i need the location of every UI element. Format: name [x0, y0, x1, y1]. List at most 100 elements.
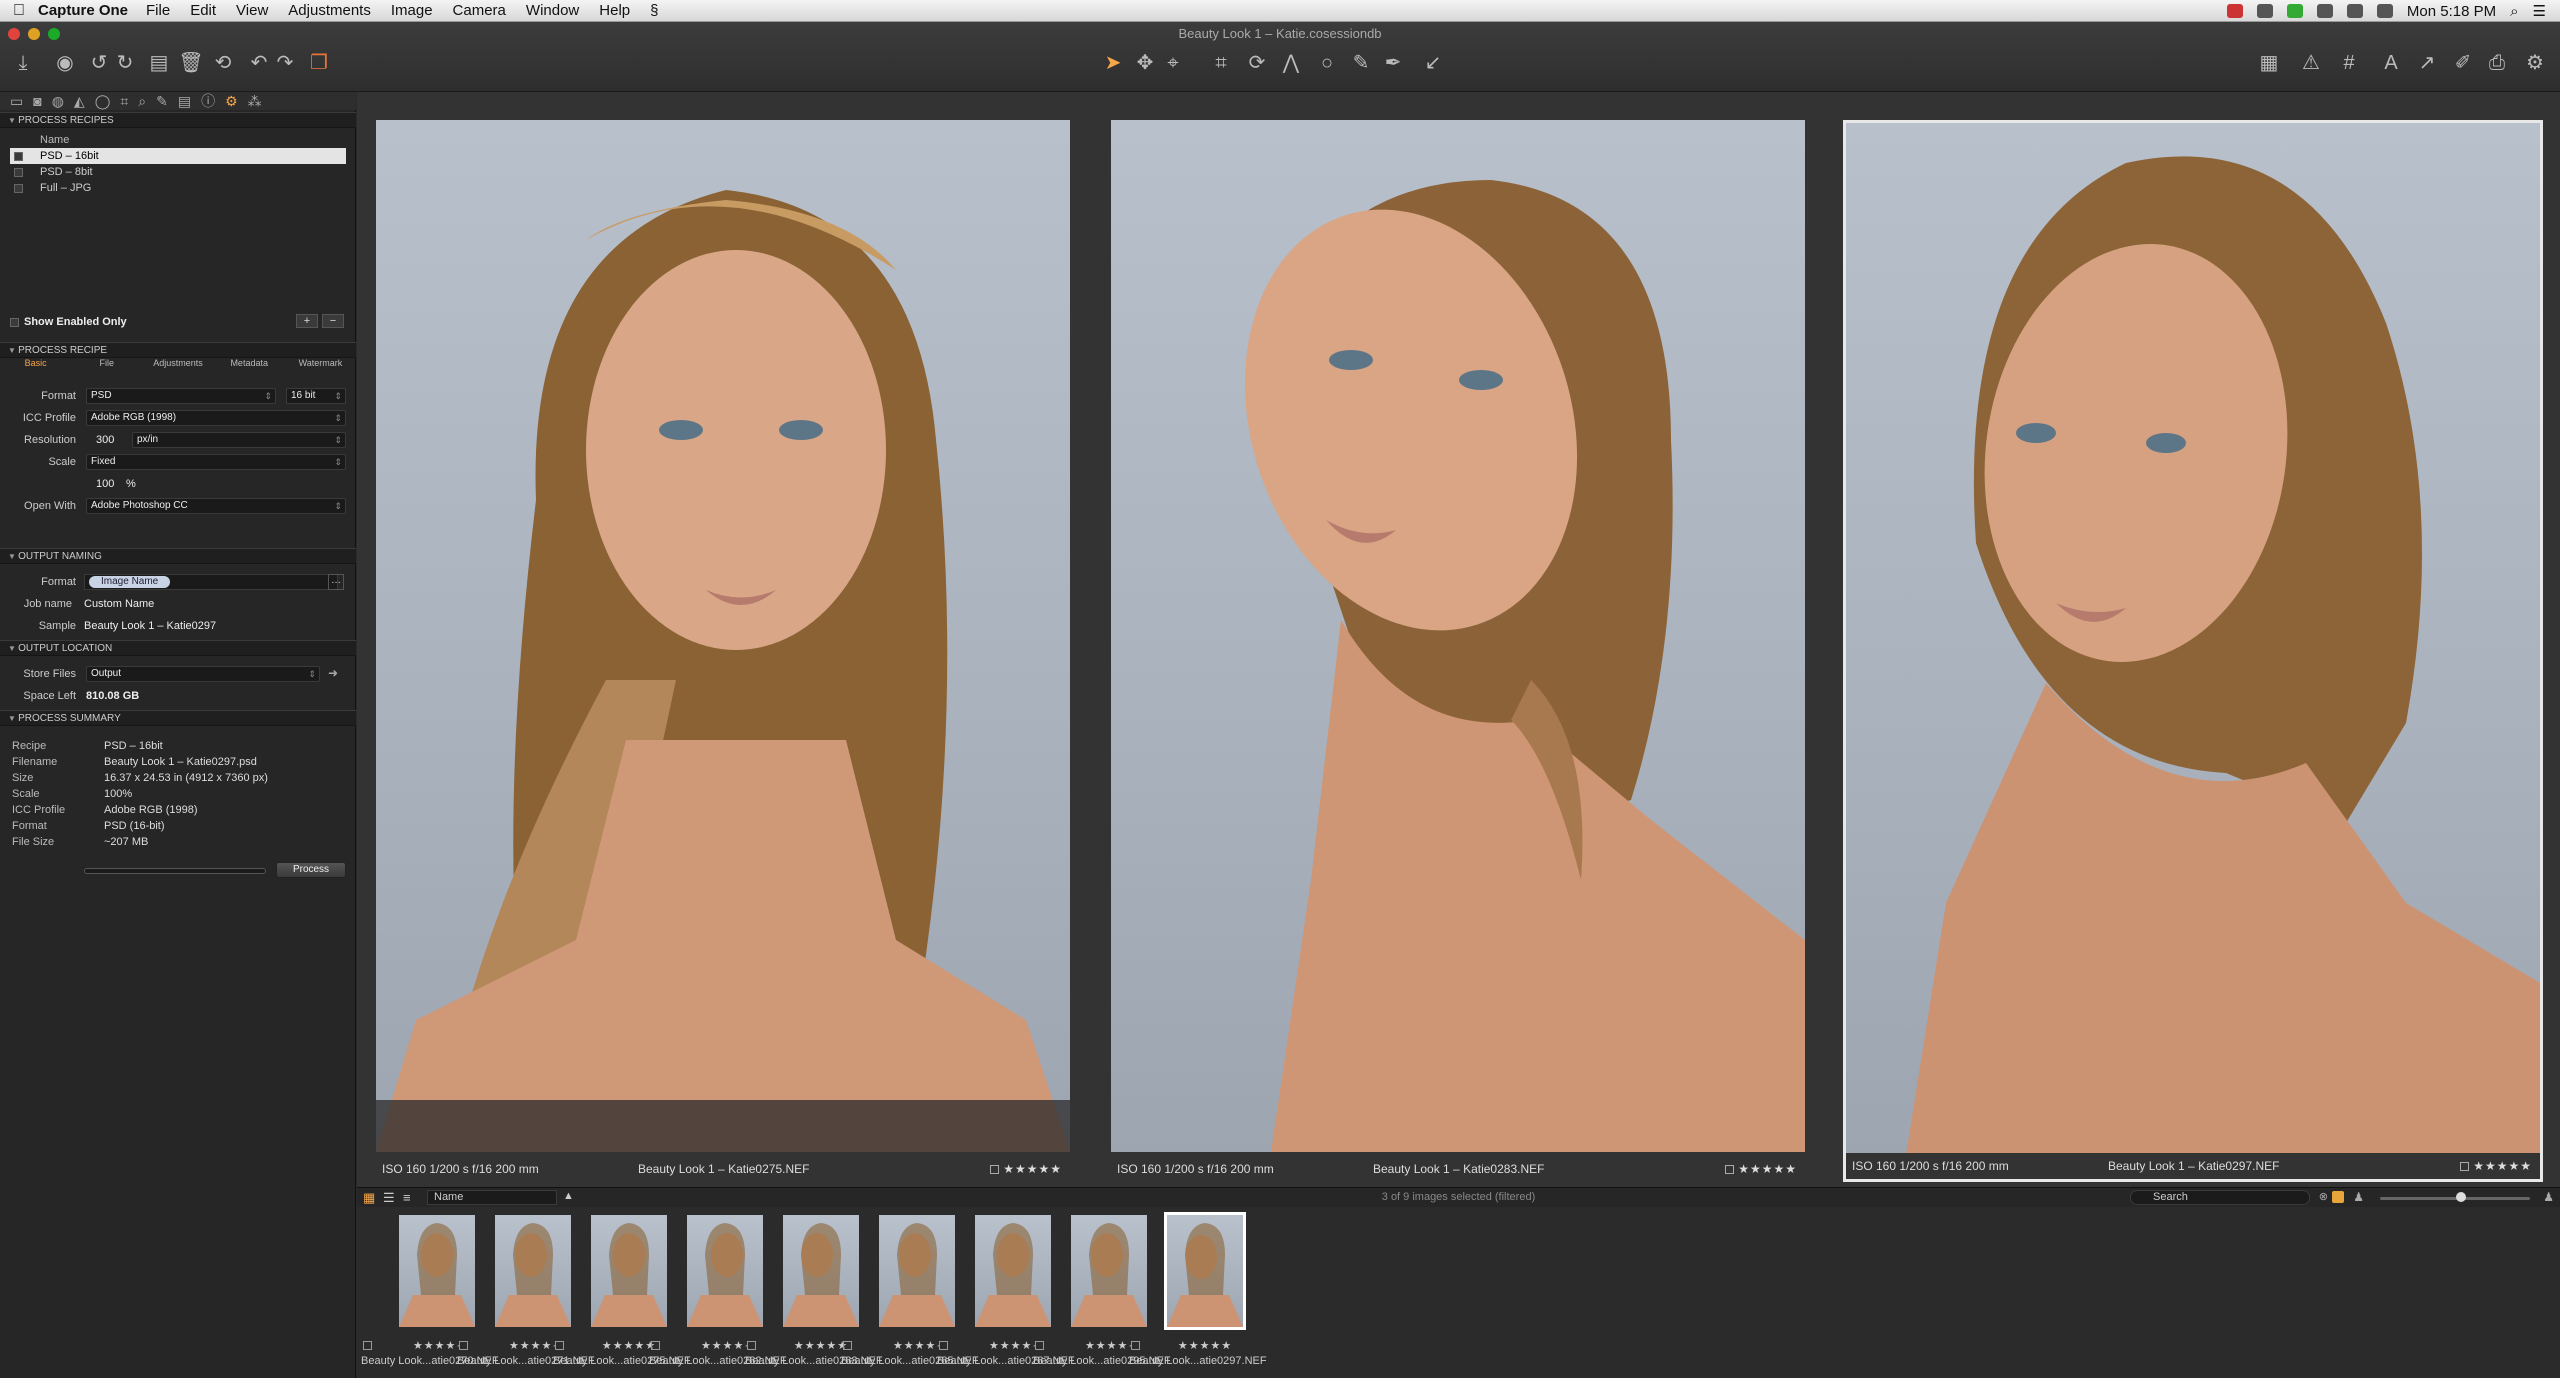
rotate-left-icon[interactable]: ↺: [86, 50, 112, 76]
image-name-token[interactable]: Image Name: [89, 576, 171, 588]
status-icon[interactable]: [2256, 4, 2273, 18]
recipe-item[interactable]: PSD – 16bit: [10, 148, 346, 164]
settings-gear-icon[interactable]: ⚙: [2522, 50, 2548, 76]
proof-icon[interactable]: ↗: [2414, 50, 2440, 76]
format-select[interactable]: PSD: [86, 388, 276, 404]
menu-adjustments[interactable]: Adjustments: [288, 2, 371, 19]
local-adjustments-tab-icon[interactable]: ✎: [156, 93, 168, 110]
clear-search-icon[interactable]: ⊗: [2319, 1190, 2328, 1203]
output-location-header[interactable]: OUTPUT LOCATION: [0, 640, 356, 656]
color-tab-icon[interactable]: ◍: [52, 93, 64, 110]
redo-icon[interactable]: ↷: [272, 50, 298, 76]
thumbnail-size-slider[interactable]: [2380, 1197, 2530, 1200]
pan-tool-icon[interactable]: ✥: [1132, 50, 1158, 76]
menu-edit[interactable]: Edit: [190, 2, 216, 19]
exposure-warning-icon[interactable]: ⚠: [2298, 50, 2324, 76]
tab-file[interactable]: File: [71, 358, 142, 372]
process-summary-header[interactable]: PROCESS SUMMARY: [0, 710, 356, 726]
scale-select[interactable]: Fixed: [86, 454, 346, 470]
lens-tab-icon[interactable]: ◯: [95, 93, 111, 110]
output-tab-icon[interactable]: ⚙: [225, 93, 238, 110]
script-icon[interactable]: §: [650, 2, 658, 19]
color-tag-checkbox[interactable]: [1725, 1165, 1735, 1175]
capture-icon[interactable]: ◉: [52, 50, 78, 76]
crop-tab-icon[interactable]: ⌗: [120, 93, 128, 110]
tab-watermark[interactable]: Watermark: [285, 358, 356, 372]
menu-window[interactable]: Window: [526, 2, 579, 19]
grid-icon[interactable]: #: [2336, 50, 2362, 76]
naming-token-menu-button[interactable]: …: [328, 574, 344, 590]
copy-apply-icon[interactable]: ❐: [306, 50, 332, 76]
viewer-image-1[interactable]: ISO 160 1/200 s f/16 200 mm Beauty Look …: [376, 120, 1070, 1182]
recipe-item[interactable]: Full – JPG: [10, 180, 346, 196]
menu-file[interactable]: File: [146, 2, 170, 19]
menu-help[interactable]: Help: [599, 2, 630, 19]
photo-portrait[interactable]: [1846, 123, 2540, 1155]
keystone-tool-icon[interactable]: ⋀: [1278, 50, 1304, 76]
star-rating[interactable]: ★★★★★: [2460, 1153, 2532, 1179]
recipe-checkbox[interactable]: [14, 168, 23, 177]
loupe-tool-icon[interactable]: ⌖: [1160, 50, 1186, 76]
metadata-tab-icon[interactable]: ▤: [178, 93, 191, 110]
menu-image[interactable]: Image: [391, 2, 433, 19]
status-display-icon[interactable]: [2316, 4, 2333, 18]
tab-basic[interactable]: Basic: [0, 358, 71, 372]
rating-stars[interactable]: ★★★★★: [1003, 1162, 1062, 1176]
info-tab-icon[interactable]: ⓘ: [201, 91, 215, 111]
spot-removal-icon[interactable]: ○: [1314, 50, 1340, 76]
eyedropper-icon[interactable]: ✒: [1380, 50, 1406, 76]
bit-depth-select[interactable]: 16 bit: [286, 388, 346, 404]
process-recipe-header[interactable]: PROCESS RECIPE: [0, 342, 356, 358]
reset-icon[interactable]: ⟲: [210, 50, 236, 76]
recipe-checkbox[interactable]: [14, 184, 23, 193]
pen-icon[interactable]: ✐: [2450, 50, 2476, 76]
move-to-folder-icon[interactable]: ▤: [146, 50, 172, 76]
battery-icon[interactable]: [2376, 4, 2393, 18]
job-name-input[interactable]: Custom Name: [84, 598, 154, 610]
exposure-tab-icon[interactable]: ◭: [74, 93, 85, 110]
user-icon[interactable]: ♟: [2353, 1190, 2364, 1204]
white-balance-picker-icon[interactable]: ↙: [1420, 50, 1446, 76]
tab-metadata[interactable]: Metadata: [214, 358, 285, 372]
crop-tool-icon[interactable]: ⌗: [1208, 50, 1234, 76]
output-naming-header[interactable]: OUTPUT NAMING: [0, 548, 356, 564]
recipe-checkbox[interactable]: [14, 152, 23, 161]
photo-portrait[interactable]: [376, 120, 1070, 1152]
search-input[interactable]: Search: [2130, 1190, 2310, 1205]
photo-portrait[interactable]: [1111, 120, 1805, 1152]
import-icon[interactable]: ⤓: [10, 50, 36, 76]
show-enabled-checkbox[interactable]: [10, 318, 19, 327]
menu-view[interactable]: View: [236, 2, 268, 19]
tab-adjustments[interactable]: Adjustments: [142, 358, 213, 372]
resolution-input[interactable]: 300: [96, 434, 114, 446]
recipes-column-name[interactable]: Name: [40, 134, 69, 146]
add-recipe-button[interactable]: +: [296, 314, 318, 328]
open-with-select[interactable]: Adobe Photoshop CC: [86, 498, 346, 514]
store-files-select[interactable]: Output: [86, 666, 320, 682]
viewer-image-2[interactable]: ISO 160 1/200 s f/16 200 mm Beauty Look …: [1111, 120, 1805, 1182]
rotate-right-icon[interactable]: ↻: [112, 50, 138, 76]
naming-format-field[interactable]: Image Name: [84, 574, 338, 590]
status-sync-icon[interactable]: [2286, 4, 2303, 18]
remove-recipe-button[interactable]: −: [322, 314, 344, 328]
reveal-folder-icon[interactable]: ➜: [328, 666, 338, 680]
wifi-icon[interactable]: [2346, 4, 2363, 18]
rating-stars[interactable]: ★★★★★: [1738, 1162, 1797, 1176]
print-icon[interactable]: ⎙: [2484, 50, 2510, 76]
process-button[interactable]: Process: [276, 862, 346, 878]
star-rating[interactable]: ★★★★★: [990, 1156, 1062, 1182]
resolution-unit-select[interactable]: px/in: [132, 432, 346, 448]
undo-icon[interactable]: ↶: [246, 50, 272, 76]
thumbnail-selected[interactable]: ★★★★★ Beauty Look...atie0297.NEF: [1127, 1209, 1283, 1374]
process-recipes-header[interactable]: PROCESS RECIPES: [0, 112, 356, 128]
clock[interactable]: Mon 5:18 PM: [2407, 3, 2496, 20]
rating-stars[interactable]: ★★★★★: [2473, 1159, 2532, 1173]
batch-tab-icon[interactable]: ⁂: [248, 93, 262, 110]
viewer-image-3[interactable]: ISO 160 1/200 s f/16 200 mm Beauty Look …: [1843, 120, 2543, 1182]
brush-tool-icon[interactable]: ✎: [1348, 50, 1374, 76]
status-record-icon[interactable]: [2226, 4, 2243, 18]
rotate-tool-icon[interactable]: ⟳: [1244, 50, 1270, 76]
apple-menu-icon[interactable]: : [0, 2, 38, 20]
spotlight-search-icon[interactable]: ⌕: [2510, 3, 2518, 20]
viewer-layout-icon[interactable]: ▦: [2256, 50, 2282, 76]
